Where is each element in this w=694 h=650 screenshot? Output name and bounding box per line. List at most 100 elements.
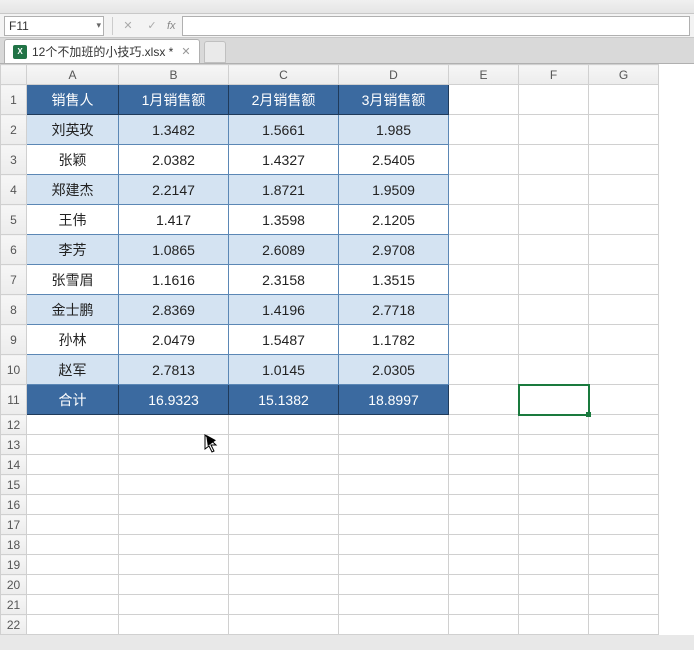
cell-D18[interactable] (339, 535, 449, 555)
cell-A12[interactable] (27, 415, 119, 435)
cell-B4[interactable]: 2.2147 (119, 175, 229, 205)
cell-F17[interactable] (519, 515, 589, 535)
formula-input[interactable] (182, 16, 690, 36)
tab-close-icon[interactable]: ✕ (181, 45, 190, 58)
cell-B22[interactable] (119, 615, 229, 635)
cell-C17[interactable] (229, 515, 339, 535)
cell-E3[interactable] (449, 145, 519, 175)
cell-D7[interactable]: 1.3515 (339, 265, 449, 295)
cell-F18[interactable] (519, 535, 589, 555)
row-header-17[interactable]: 17 (1, 515, 27, 535)
cell-G15[interactable] (589, 475, 659, 495)
cell-G12[interactable] (589, 415, 659, 435)
cell-E18[interactable] (449, 535, 519, 555)
cell-A11[interactable]: 合计 (27, 385, 119, 415)
cell-D11[interactable]: 18.8997 (339, 385, 449, 415)
cell-F8[interactable] (519, 295, 589, 325)
cell-A21[interactable] (27, 595, 119, 615)
cell-E2[interactable] (449, 115, 519, 145)
cell-C21[interactable] (229, 595, 339, 615)
row-header-1[interactable]: 1 (1, 85, 27, 115)
cell-F20[interactable] (519, 575, 589, 595)
cell-D13[interactable] (339, 435, 449, 455)
cell-D3[interactable]: 2.5405 (339, 145, 449, 175)
cell-B18[interactable] (119, 535, 229, 555)
cell-F3[interactable] (519, 145, 589, 175)
row-header-8[interactable]: 8 (1, 295, 27, 325)
col-header-C[interactable]: C (229, 65, 339, 85)
cell-G11[interactable] (589, 385, 659, 415)
cell-A14[interactable] (27, 455, 119, 475)
cell-F12[interactable] (519, 415, 589, 435)
new-tab-button[interactable] (204, 41, 226, 63)
cell-C7[interactable]: 2.3158 (229, 265, 339, 295)
cell-D15[interactable] (339, 475, 449, 495)
cell-G1[interactable] (589, 85, 659, 115)
cell-F4[interactable] (519, 175, 589, 205)
col-header-D[interactable]: D (339, 65, 449, 85)
cell-G8[interactable] (589, 295, 659, 325)
cell-C14[interactable] (229, 455, 339, 475)
cell-B9[interactable]: 2.0479 (119, 325, 229, 355)
cell-D14[interactable] (339, 455, 449, 475)
row-header-9[interactable]: 9 (1, 325, 27, 355)
cell-E9[interactable] (449, 325, 519, 355)
cell-D17[interactable] (339, 515, 449, 535)
cell-A4[interactable]: 郑建杰 (27, 175, 119, 205)
cell-C4[interactable]: 1.8721 (229, 175, 339, 205)
cell-B10[interactable]: 2.7813 (119, 355, 229, 385)
row-header-6[interactable]: 6 (1, 235, 27, 265)
cell-E15[interactable] (449, 475, 519, 495)
row-header-21[interactable]: 21 (1, 595, 27, 615)
cell-A6[interactable]: 李芳 (27, 235, 119, 265)
cell-B2[interactable]: 1.3482 (119, 115, 229, 145)
cell-G9[interactable] (589, 325, 659, 355)
cell-E7[interactable] (449, 265, 519, 295)
cell-G7[interactable] (589, 265, 659, 295)
cell-E10[interactable] (449, 355, 519, 385)
file-tab-active[interactable]: X 12个不加班的小技巧.xlsx * ✕ (4, 39, 200, 63)
cell-C12[interactable] (229, 415, 339, 435)
cell-A2[interactable]: 刘英玫 (27, 115, 119, 145)
cell-A10[interactable]: 赵军 (27, 355, 119, 385)
cell-C22[interactable] (229, 615, 339, 635)
cell-C6[interactable]: 2.6089 (229, 235, 339, 265)
cell-G17[interactable] (589, 515, 659, 535)
cell-F19[interactable] (519, 555, 589, 575)
cell-B14[interactable] (119, 455, 229, 475)
row-header-13[interactable]: 13 (1, 435, 27, 455)
cell-E17[interactable] (449, 515, 519, 535)
cell-F7[interactable] (519, 265, 589, 295)
cell-B13[interactable] (119, 435, 229, 455)
cell-C8[interactable]: 1.4196 (229, 295, 339, 325)
cell-C10[interactable]: 1.0145 (229, 355, 339, 385)
col-header-E[interactable]: E (449, 65, 519, 85)
row-header-18[interactable]: 18 (1, 535, 27, 555)
cell-D4[interactable]: 1.9509 (339, 175, 449, 205)
cell-G6[interactable] (589, 235, 659, 265)
cell-G3[interactable] (589, 145, 659, 175)
cell-C16[interactable] (229, 495, 339, 515)
cell-F13[interactable] (519, 435, 589, 455)
cell-B19[interactable] (119, 555, 229, 575)
cell-F5[interactable] (519, 205, 589, 235)
cell-C11[interactable]: 15.1382 (229, 385, 339, 415)
row-header-16[interactable]: 16 (1, 495, 27, 515)
cell-G22[interactable] (589, 615, 659, 635)
cell-A16[interactable] (27, 495, 119, 515)
cell-E6[interactable] (449, 235, 519, 265)
cell-A8[interactable]: 金士鹏 (27, 295, 119, 325)
cell-E19[interactable] (449, 555, 519, 575)
worksheet-area[interactable]: A B C D E F G 1 销售人 1月销售额 2月销售额 3月销售额 2 … (0, 64, 694, 635)
cell-C18[interactable] (229, 535, 339, 555)
cell-G10[interactable] (589, 355, 659, 385)
cell-B15[interactable] (119, 475, 229, 495)
cell-F11-selected[interactable] (519, 385, 589, 415)
cell-D6[interactable]: 2.9708 (339, 235, 449, 265)
cell-F14[interactable] (519, 455, 589, 475)
row-header-4[interactable]: 4 (1, 175, 27, 205)
row-header-20[interactable]: 20 (1, 575, 27, 595)
cell-A15[interactable] (27, 475, 119, 495)
cell-B7[interactable]: 1.1616 (119, 265, 229, 295)
row-header-14[interactable]: 14 (1, 455, 27, 475)
